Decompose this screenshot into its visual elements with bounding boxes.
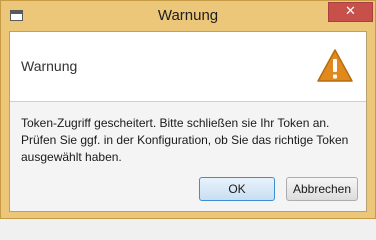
dialog-header-text: Warnung: [21, 58, 78, 74]
warning-triangle-icon: [317, 49, 353, 82]
dialog-message: Token-Zugriff gescheitert. Bitte schließ…: [21, 116, 349, 164]
window-title: Warnung: [157, 7, 219, 24]
dialog-header: Warnung: [10, 32, 366, 102]
close-icon: ✕: [345, 4, 356, 19]
dialog-window: Warnung ✕ Warnung Token-Zugriff gescheit…: [0, 0, 376, 219]
close-button[interactable]: ✕: [328, 2, 373, 22]
title-bar[interactable]: Warnung ✕: [1, 1, 375, 31]
dialog-body: Warnung Token-Zugriff gescheitert. Bitte…: [9, 31, 367, 212]
cancel-button[interactable]: Abbrechen: [286, 177, 358, 201]
ok-button[interactable]: OK: [199, 177, 275, 201]
